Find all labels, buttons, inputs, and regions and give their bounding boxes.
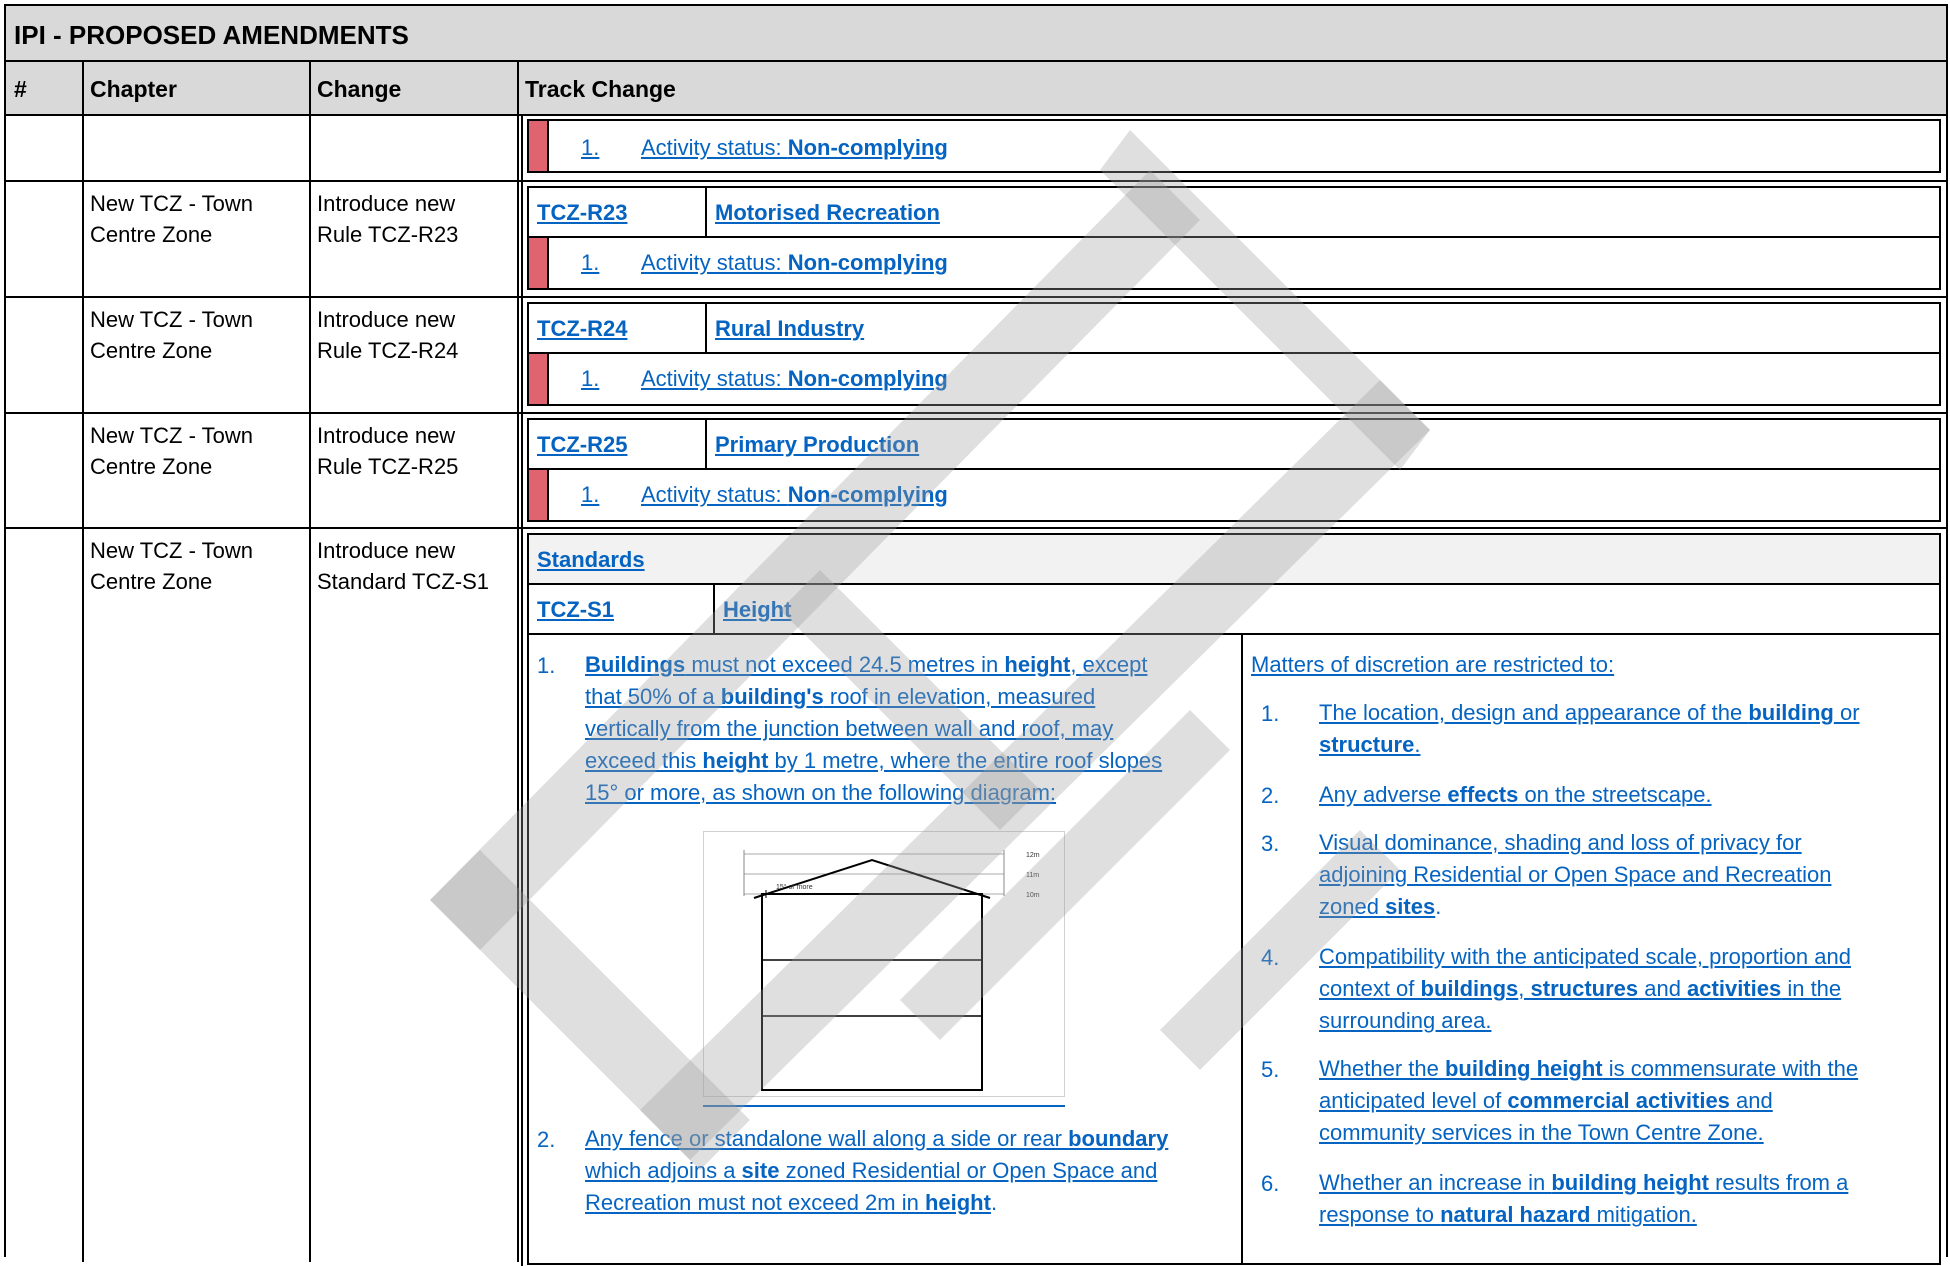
change-line-2: Standard TCZ-S1 <box>317 569 490 594</box>
item1-line2: structure. <box>1319 732 1421 757</box>
item6-number: 6. <box>1261 1171 1280 1196</box>
rule-name-link[interactable]: Rural Industry <box>715 316 864 342</box>
chapter-line-2: Centre Zone <box>90 222 213 247</box>
change-line-2: Rule TCZ-R24 <box>317 338 459 363</box>
rule-status-number: 1. <box>581 250 600 275</box>
house-diagram-svg: 12m 11m 10m 15° or more <box>743 850 1040 1091</box>
height-diagram: 12m 11m 10m 15° or more <box>703 831 1065 1097</box>
p2-number: 2. <box>537 1127 556 1152</box>
standard-box: Standards TCZ-S1 Height 1. Buildings mus… <box>527 533 1941 1265</box>
rule-box: TCZ-R24 Rural Industry 1. Activity statu… <box>527 302 1941 406</box>
header-row: # Chapter Change Track Change <box>6 62 1946 116</box>
item4-line3: surrounding area. <box>1319 1008 1492 1033</box>
item6-line1: Whether an increase in building height r… <box>1319 1170 1849 1195</box>
item6-line2: response to natural hazard mitigation. <box>1319 1202 1697 1227</box>
standard-code-link[interactable]: TCZ-S1 <box>537 597 614 623</box>
chapter-line-2: Centre Zone <box>90 569 213 594</box>
item5-number: 5. <box>1261 1057 1280 1082</box>
standard-name-link[interactable]: Height <box>723 597 791 623</box>
item2-line1: Any adverse effects on the streetscape. <box>1319 782 1712 807</box>
chapter-line-1: New TCZ - Town <box>90 423 254 448</box>
column-header-change: Change <box>317 76 402 102</box>
row0-status: Activity status: Non-complying <box>641 135 948 160</box>
rule-status: Activity status: Non-complying <box>641 250 948 275</box>
table-title-bar: IPI - PROPOSED AMENDMENTS <box>6 6 1946 62</box>
item3-line3: zoned sites. <box>1319 894 1442 919</box>
item1-line1: The location, design and appearance of t… <box>1319 700 1860 725</box>
rule-box: TCZ-R25 Primary Production 1. Activity s… <box>527 418 1941 522</box>
chapter-line-1: New TCZ - Town <box>90 307 254 332</box>
rule-code-link[interactable]: TCZ-R23 <box>537 200 627 226</box>
row0-status-box: 1. Activity status: Non-complying <box>527 119 1941 173</box>
item2-number: 2. <box>1261 783 1280 808</box>
rule-status-number: 1. <box>581 366 600 391</box>
chapter-line-1: New TCZ - Town <box>90 191 254 216</box>
row0-status-number: 1. <box>581 135 600 160</box>
p1-number: 1. <box>537 653 556 678</box>
label-12m: 12m <box>1026 852 1040 859</box>
item5-line1: Whether the building height is commensur… <box>1319 1056 1859 1081</box>
column-header-track-change: Track Change <box>525 76 676 102</box>
chapter-line-1: New TCZ - Town <box>90 538 254 563</box>
item3-line1: Visual dominance, shading and loss of pr… <box>1319 830 1802 855</box>
rule-status: Activity status: Non-complying <box>641 366 948 391</box>
angle-label: 15° or more <box>776 883 813 891</box>
item5-line2: anticipated level of commercial activiti… <box>1319 1088 1773 1113</box>
p1-line2: that 50% of a building's roof in elevati… <box>585 684 1096 709</box>
p1-line4: exceed this height by 1 metre, where the… <box>585 748 1163 773</box>
chapter-line-2: Centre Zone <box>90 454 213 479</box>
p2-line1: Any fence or standalone wall along a sid… <box>585 1126 1169 1151</box>
p2-line2: which adjoins a site zoned Residential o… <box>585 1158 1158 1183</box>
chapter-line-2: Centre Zone <box>90 338 213 363</box>
rule-code-link[interactable]: TCZ-R24 <box>537 316 627 342</box>
change-line-2: Rule TCZ-R23 <box>317 222 459 247</box>
standards-section-link[interactable]: Standards <box>537 547 645 573</box>
column-header-chapter: Chapter <box>90 76 177 102</box>
item4-line2: context of buildings, structures and act… <box>1319 976 1842 1001</box>
amendments-table: IPI - PROPOSED AMENDMENTS # Chapter Chan… <box>4 4 1948 1266</box>
p1-line5: 15° or more, as shown on the following d… <box>585 780 1057 805</box>
p1-line3: vertically from the junction between wal… <box>585 716 1114 741</box>
change-line-1: Introduce new <box>317 423 456 448</box>
change-line-1: Introduce new <box>317 538 456 563</box>
column-header-number: # <box>14 76 27 102</box>
item5-line3: community services in the Town Centre Zo… <box>1319 1120 1764 1145</box>
label-10m: 10m <box>1026 892 1040 899</box>
rule-box: TCZ-R23 Motorised Recreation 1. Activity… <box>527 186 1941 290</box>
label-11m: 11m <box>1026 872 1039 879</box>
item3-number: 3. <box>1261 831 1280 856</box>
item4-number: 4. <box>1261 945 1280 970</box>
rule-name-link[interactable]: Primary Production <box>715 432 919 458</box>
discretion-intro: Matters of discretion are restricted to: <box>1251 652 1615 677</box>
change-line-1: Introduce new <box>317 307 456 332</box>
item1-number: 1. <box>1261 701 1280 726</box>
rule-name-link[interactable]: Motorised Recreation <box>715 200 940 226</box>
p1-line1: Buildings must not exceed 24.5 metres in… <box>585 652 1148 677</box>
change-line-1: Introduce new <box>317 191 456 216</box>
rule-code-link[interactable]: TCZ-R25 <box>537 432 627 458</box>
p2-line3: Recreation must not exceed 2m in height. <box>585 1190 998 1215</box>
item3-line2: adjoining Residential or Open Space and … <box>1319 862 1832 887</box>
item4-line1: Compatibility with the anticipated scale… <box>1319 944 1851 969</box>
table-title: IPI - PROPOSED AMENDMENTS <box>14 20 409 50</box>
rule-status-number: 1. <box>581 482 600 507</box>
rule-status: Activity status: Non-complying <box>641 482 948 507</box>
change-line-2: Rule TCZ-R25 <box>317 454 459 479</box>
